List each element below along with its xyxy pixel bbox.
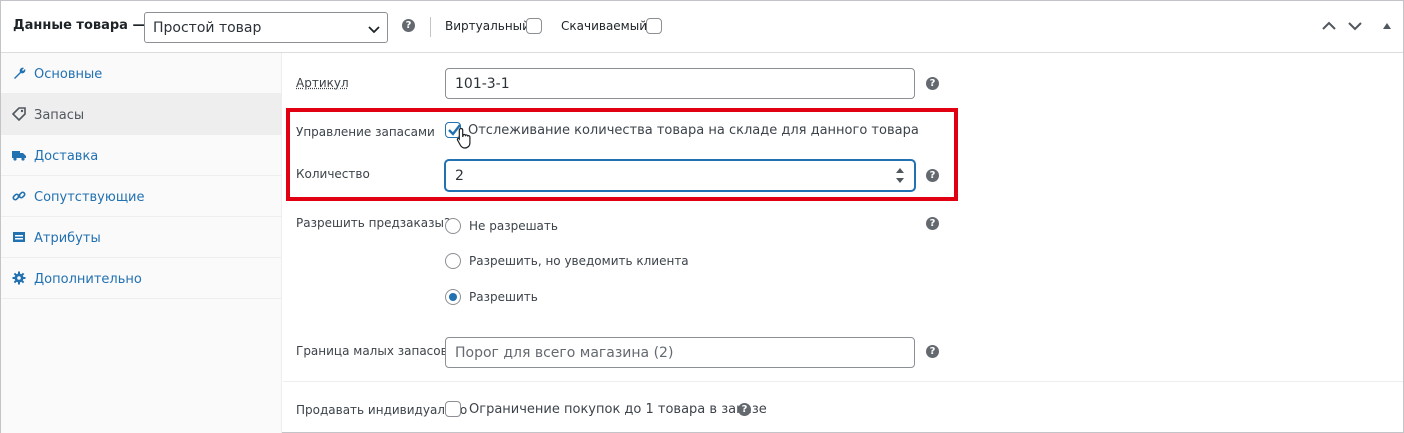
help-icon[interactable]: ?	[926, 345, 939, 358]
tab-advanced[interactable]: Дополнительно	[1, 258, 282, 299]
low-stock-placeholder: Порог для всего магазина (2)	[455, 345, 674, 361]
low-stock-input[interactable]: Порог для всего магазина (2)	[445, 337, 915, 368]
virtual-checkbox[interactable]	[526, 18, 542, 34]
sold-individually-text: Ограничение покупок до 1 товара в заказе	[469, 402, 767, 417]
backorder-option-label: Разрешить, но уведомить клиента	[469, 254, 689, 268]
list-icon	[13, 232, 25, 242]
gear-icon	[12, 271, 26, 285]
collapse-triangle-icon[interactable]	[1379, 18, 1395, 34]
tab-linked-products[interactable]: Сопутствующие	[1, 176, 282, 217]
help-icon[interactable]: ?	[738, 403, 751, 416]
chevron-down-icon[interactable]	[1347, 18, 1363, 34]
truck-icon	[12, 151, 26, 161]
product-type-select[interactable]: Простой товар	[144, 12, 388, 43]
header-divider	[430, 17, 431, 37]
backorder-option-label: Разрешить	[469, 290, 538, 304]
backorder-option-label: Не разрешать	[469, 219, 558, 233]
tab-attributes[interactable]: Атрибуты	[1, 217, 282, 258]
low-stock-label: Граница малых запасов	[296, 344, 448, 358]
chevron-up-icon[interactable]	[1321, 18, 1337, 34]
highlight-box	[286, 108, 958, 201]
tag-icon	[12, 107, 26, 121]
downloadable-checkbox[interactable]	[646, 18, 662, 34]
product-data-tabs: Основные Запасы Доставка Сопутствующие А…	[1, 53, 282, 433]
panel-title: Данные товара —	[13, 18, 146, 33]
link-icon	[12, 191, 26, 201]
product-type-value: Простой товар	[153, 20, 262, 36]
tab-label: Запасы	[34, 108, 85, 123]
help-icon[interactable]: ?	[926, 77, 939, 90]
section-divider	[283, 381, 1403, 382]
tab-label: Доставка	[34, 149, 99, 164]
sold-individually-label: Продавать индивидуально	[296, 403, 468, 417]
tab-label: Сопутствующие	[34, 190, 145, 205]
help-icon[interactable]: ?	[926, 217, 939, 230]
downloadable-label: Скачиваемый:	[561, 19, 652, 33]
tab-label: Дополнительно	[34, 272, 142, 287]
sku-value: 101-3-1	[455, 76, 510, 92]
backorders-label: Разрешить предзаказы?	[296, 216, 451, 230]
tab-general[interactable]: Основные	[1, 53, 282, 94]
tab-shipping[interactable]: Доставка	[1, 135, 282, 176]
tab-label: Основные	[34, 67, 103, 82]
tab-label: Атрибуты	[34, 231, 101, 246]
panel-header: Данные товара — Простой товар ? Виртуаль…	[1, 1, 1403, 53]
tab-inventory[interactable]: Запасы	[1, 94, 282, 135]
sku-label: Артикул	[296, 76, 349, 90]
backorder-radio-yes[interactable]	[445, 289, 461, 305]
backorder-radio-no[interactable]	[445, 218, 461, 234]
sold-individually-checkbox[interactable]	[445, 401, 461, 417]
sku-input[interactable]: 101-3-1	[445, 68, 915, 99]
virtual-label: Виртуальный:	[445, 19, 534, 33]
wrench-icon	[14, 67, 26, 79]
product-data-panel: Данные товара — Простой товар ? Виртуаль…	[0, 0, 1404, 433]
help-icon[interactable]: ?	[402, 19, 415, 32]
chevron-down-icon	[368, 26, 380, 34]
backorder-radio-notify[interactable]	[445, 253, 461, 269]
